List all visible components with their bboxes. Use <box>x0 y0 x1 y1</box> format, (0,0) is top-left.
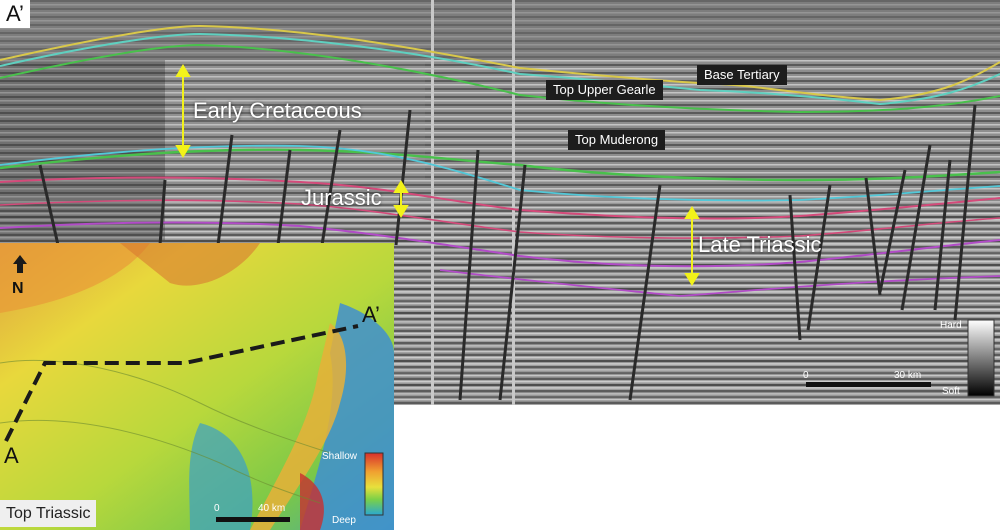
section-scale-bar <box>806 382 931 387</box>
depth-legend-bottom: Deep <box>332 515 356 526</box>
interval-label-jurassic: Jurassic <box>301 185 382 210</box>
horizon-label-top-muderong: Top Muderong <box>568 130 666 150</box>
inset-scale-bar <box>216 517 290 522</box>
amplitude-legend-top: Hard <box>940 320 962 331</box>
section-scale-start: 0 <box>803 370 809 381</box>
section-end-label: A’ <box>0 0 30 28</box>
inset-start-label: A <box>4 443 19 468</box>
amplitude-legend-bottom: Soft <box>942 386 960 397</box>
horizon-label-top-upper-gearle: Top Upper Gearle <box>546 80 663 100</box>
inset-map <box>0 243 394 530</box>
inset-scale-start: 0 <box>214 503 220 514</box>
inset-end-label: A’ <box>362 302 380 327</box>
panel-divider <box>512 0 515 405</box>
panel-divider <box>431 0 434 405</box>
section-scale-end: 30 km <box>894 370 922 381</box>
inset-title: Top Triassic <box>0 500 97 527</box>
inset-scale-end: 40 km <box>258 503 286 514</box>
depth-legend-bar <box>364 452 384 516</box>
horizon-label-base-tertiary: Base Tertiary <box>697 65 787 85</box>
inset-north-label: N <box>12 280 24 297</box>
amplitude-legend-bar <box>967 319 995 397</box>
depth-legend-top: Shallow <box>322 451 358 462</box>
interval-label-late-triassic: Late Triassic <box>698 232 822 257</box>
interval-label-early-cretaceous: Early Cretaceous <box>193 98 362 123</box>
